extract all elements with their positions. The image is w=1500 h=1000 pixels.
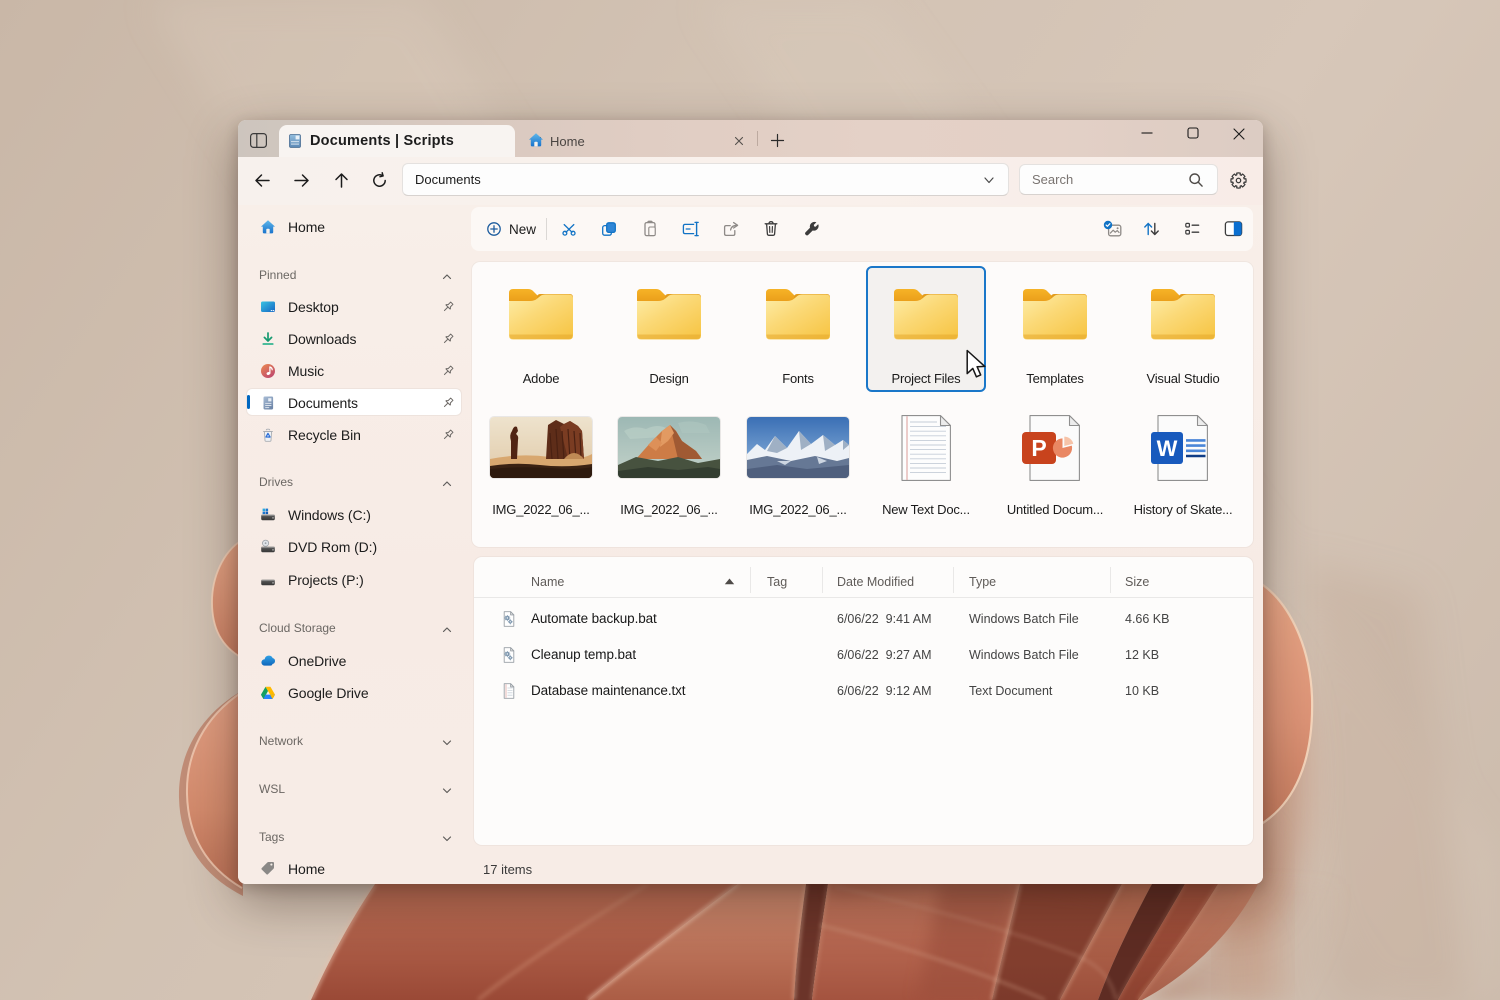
svg-text:W: W	[1157, 436, 1178, 461]
svg-text:P: P	[1031, 435, 1046, 461]
